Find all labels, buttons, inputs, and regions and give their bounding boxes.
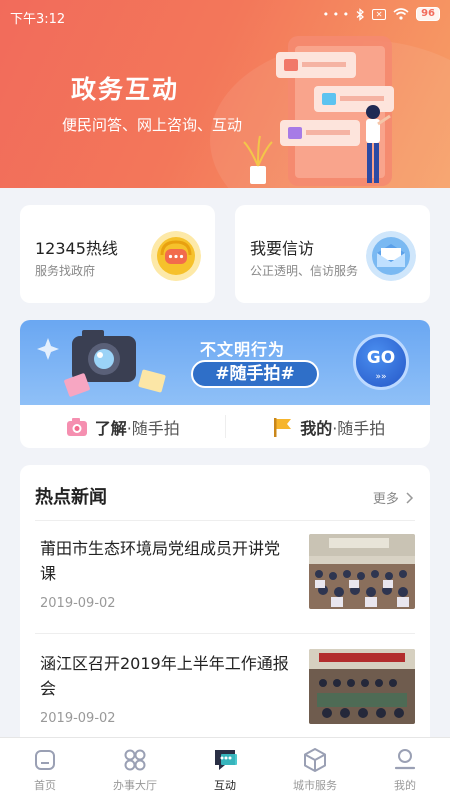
phone-chat-illustration: [243, 36, 394, 186]
hotline-subtitle: 服务找政府: [35, 264, 96, 278]
go-label: GO: [366, 348, 396, 368]
go-button[interactable]: GO »»: [353, 334, 409, 390]
nav-home[interactable]: 首页: [0, 738, 90, 800]
status-icons: • • • ✕ 96: [323, 7, 440, 21]
flag-icon: [274, 417, 292, 437]
learn-link-rest: ·随手拍: [126, 418, 180, 438]
sim-icon: ✕: [372, 8, 387, 20]
nav-interaction[interactable]: 互动: [180, 738, 270, 800]
nav-city-services[interactable]: 城市服务: [270, 738, 360, 800]
learn-link-bold: 了解: [94, 418, 127, 438]
petition-title: 我要信访: [250, 239, 315, 258]
news-date: 2019-09-02: [40, 711, 116, 726]
news-item-divider: [35, 633, 415, 634]
snapshot-links: 了解·随手拍 我的·随手拍: [20, 405, 430, 448]
status-time: 下午3:12: [10, 12, 66, 27]
banner-headline: 不文明行为: [200, 340, 286, 359]
camera-illustration: [37, 330, 166, 397]
hotline-title: 12345热线: [35, 239, 118, 258]
notification-dots: • • •: [322, 7, 350, 21]
status-bar: 下午3:12 • • • ✕ 96: [0, 0, 450, 30]
nav-profile[interactable]: 我的: [360, 738, 450, 800]
nav-interaction-label: 互动: [214, 778, 236, 792]
news-section-title: 热点新闻: [35, 487, 107, 508]
my-link-rest: ·随手拍: [332, 418, 386, 438]
my-snapshot-link[interactable]: 我的·随手拍: [226, 405, 431, 448]
news-date: 2019-09-02: [40, 596, 116, 611]
user-icon: [394, 748, 416, 769]
home-icon: [35, 749, 55, 770]
more-label: 更多: [372, 492, 399, 507]
bluetooth-icon: [356, 7, 365, 21]
banner-hashtag: #随手拍#: [191, 360, 319, 388]
chat-icon: [215, 749, 237, 770]
news-divider: [35, 520, 415, 521]
nav-profile-label: 我的: [394, 778, 416, 792]
nav-city-services-label: 城市服务: [293, 778, 337, 792]
page-subtitle: 便民问答、网上咨询、互动: [62, 116, 243, 134]
nav-service-hall[interactable]: 办事大厅: [90, 738, 180, 800]
bottom-nav: 首页 办事大厅 互动 城市服务 我的: [0, 737, 450, 800]
news-item[interactable]: 莆田市生态环境局党组成员开讲党课 2019-09-02: [35, 522, 415, 634]
chat-bubble-icon: [151, 231, 201, 281]
snapshot-banner[interactable]: 不文明行为 #随手拍# GO »»: [20, 320, 430, 405]
news-title: 莆田市生态环境局党组成员开讲党课: [40, 539, 281, 583]
cube-icon: [304, 747, 326, 772]
battery-indicator: 96: [416, 7, 440, 21]
news-item[interactable]: 涵江区召开2019年上半年工作通报会 2019-09-02: [35, 637, 415, 749]
nav-home-label: 首页: [34, 778, 56, 792]
my-link-bold: 我的: [300, 418, 333, 438]
camera-icon: [66, 417, 87, 436]
chevron-right-icon: [406, 492, 414, 504]
learn-snapshot-link[interactable]: 了解·随手拍: [20, 405, 225, 448]
nav-service-hall-label: 办事大厅: [113, 778, 157, 792]
hot-news-card: 热点新闻 更多 莆田市生态环境局党组成员开讲党课 2019-09-02 涵江区召…: [20, 465, 430, 755]
news-title: 涵江区召开2019年上半年工作通报会: [40, 654, 289, 698]
petition-card[interactable]: 我要信访 公正透明、信访服务: [235, 205, 430, 303]
go-arrows: »»: [375, 372, 387, 382]
grid-icon: [124, 749, 146, 770]
hotline-card[interactable]: 12345热线 服务找政府: [20, 205, 215, 303]
envelope-icon: [366, 231, 416, 281]
petition-subtitle: 公正透明、信访服务: [250, 264, 359, 278]
news-thumbnail: [309, 534, 415, 609]
page-title: 政务互动: [71, 75, 180, 104]
header-banner: 下午3:12 • • • ✕ 96 政务互动 便民问答、网上咨询、互动: [0, 0, 450, 188]
snapshot-card: 不文明行为 #随手拍# GO »» 了解·随手拍 我的·随手拍: [20, 320, 430, 448]
wifi-icon: [393, 8, 409, 20]
news-thumbnail: [309, 649, 415, 724]
news-more-link[interactable]: 更多: [373, 488, 414, 507]
